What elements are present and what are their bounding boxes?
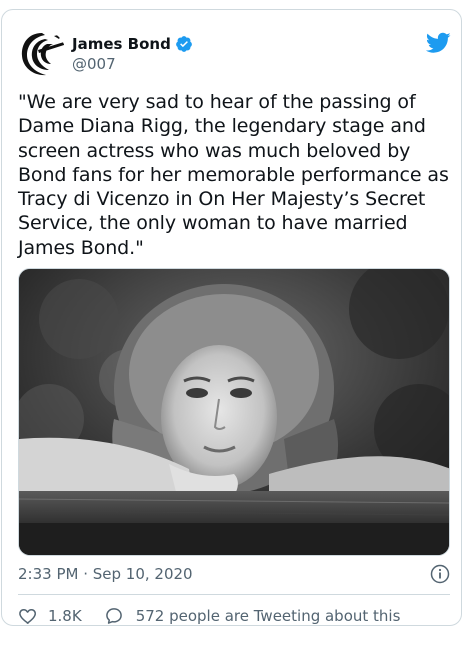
like-count[interactable]: 1.8K [48,607,82,625]
author-name[interactable]: James Bond [72,35,171,53]
divider [18,594,450,595]
info-icon[interactable] [430,564,450,584]
conversation-link[interactable]: 572 people are Tweeting about this [136,607,401,625]
tweet-timestamp[interactable]: 2:33 PM · Sep 10, 2020 [18,565,193,583]
twitter-bird-icon[interactable] [425,32,451,54]
heart-icon[interactable] [18,606,38,626]
author-handle[interactable]: @007 [72,55,116,73]
tweet-actions: 1.8K 572 people are Tweeting about this [18,605,400,627]
speech-bubble-icon[interactable] [104,606,124,626]
tweet-photo[interactable] [18,268,450,556]
verified-badge-icon [175,35,193,53]
author-name-row[interactable]: James Bond [72,35,193,53]
avatar[interactable] [18,30,66,78]
tweet-card[interactable]: James Bond @007 "We are very sad to hear… [1,9,462,626]
tweet-text: "We are very sad to hear of the passing … [18,91,449,259]
